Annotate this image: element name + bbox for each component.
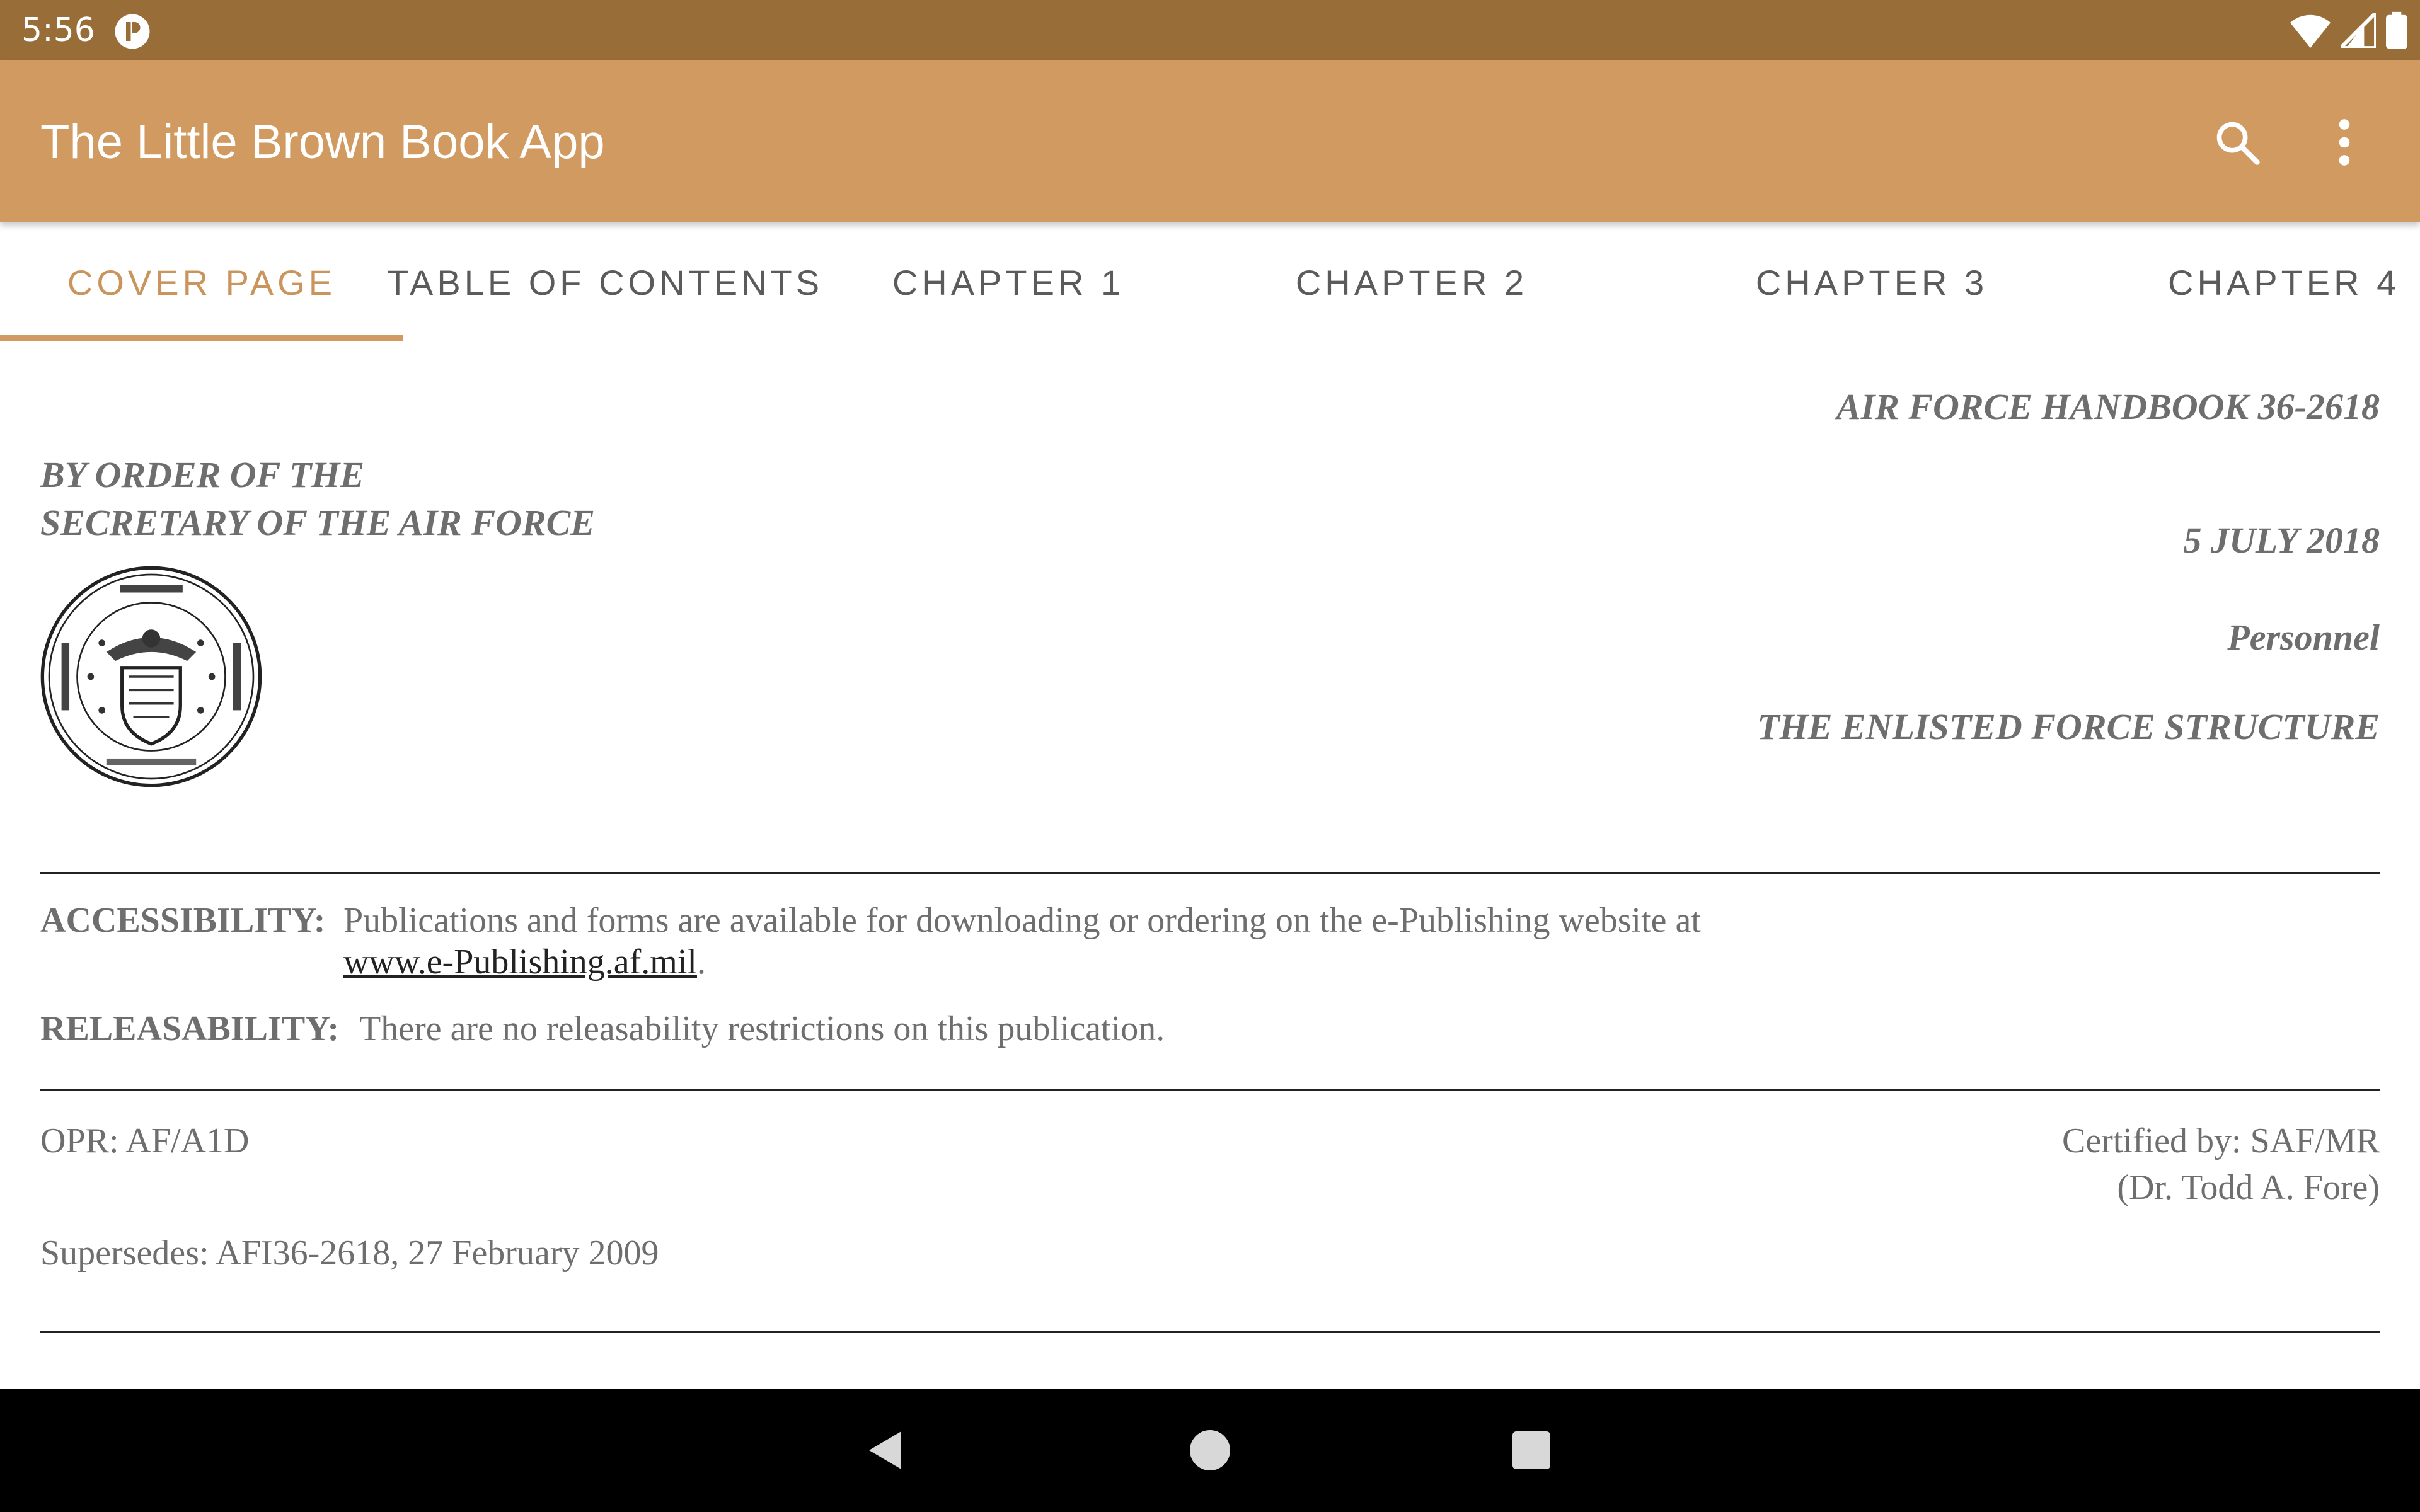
accessibility-text: Publications and forms are available for… xyxy=(343,901,1701,940)
status-bar: 5:56 xyxy=(0,0,2420,60)
active-tab-indicator xyxy=(0,335,403,341)
app-title: The Little Brown Book App xyxy=(40,115,605,169)
back-icon[interactable] xyxy=(863,1428,909,1473)
battery-icon xyxy=(2386,11,2407,49)
divider xyxy=(40,1331,2380,1333)
divider xyxy=(40,1089,2380,1091)
category: Personnel xyxy=(2227,617,2380,658)
app-notification-icon xyxy=(115,14,150,49)
divider xyxy=(40,872,2380,874)
app-bar: The Little Brown Book App xyxy=(0,60,2420,222)
tab-chapter-2[interactable]: CHAPTER 2 xyxy=(1210,222,1613,343)
accessibility-period: . xyxy=(696,942,706,982)
more-vert-icon xyxy=(2339,119,2350,166)
signal-icon xyxy=(2341,13,2376,48)
status-icons xyxy=(2290,11,2407,49)
supersedes: Supersedes: AFI36-2618, 27 February 2009 xyxy=(40,1234,659,1273)
e-publishing-link[interactable]: www.e-Publishing.af.mil xyxy=(343,942,697,982)
tab-chapter-4[interactable]: CHAPTER 4 xyxy=(2073,222,2420,343)
wifi-icon xyxy=(2290,14,2331,48)
order-line-2: SECRETARY OF THE AIR FORCE xyxy=(40,502,595,543)
accessibility-link-line: www.e-Publishing.af.mil. xyxy=(343,940,706,984)
tab-table-of-contents[interactable]: TABLE OF CONTENTS xyxy=(387,222,819,343)
tab-chapter-1[interactable]: CHAPTER 1 xyxy=(807,222,1210,343)
publication-date: 5 JULY 2018 xyxy=(2183,520,2380,561)
certified-name: (Dr. Todd A. Fore) xyxy=(2117,1168,2380,1207)
tab-cover-page[interactable]: COVER PAGE xyxy=(0,222,403,343)
handbook-number: AIR FORCE HANDBOOK 36-2618 xyxy=(1836,386,2380,427)
tab-bar: COVER PAGE TABLE OF CONTENTS CHAPTER 1 C… xyxy=(0,222,2420,343)
air-force-seal-icon xyxy=(40,566,262,788)
releasability-label: RELEASABILITY: xyxy=(40,1009,340,1048)
accessibility-label: ACCESSIBILITY: xyxy=(40,901,326,940)
home-icon[interactable] xyxy=(1190,1430,1230,1470)
navigation-bar xyxy=(0,1389,2420,1512)
order-line-1: BY ORDER OF THE xyxy=(40,454,365,495)
search-button[interactable] xyxy=(2206,111,2269,174)
search-icon xyxy=(2216,122,2260,165)
opr: OPR: AF/A1D xyxy=(40,1121,250,1160)
recent-apps-icon[interactable] xyxy=(1512,1431,1550,1469)
releasability-text: There are no releasability restrictions … xyxy=(359,1009,1165,1048)
subject-title: THE ENLISTED FORCE STRUCTURE xyxy=(1757,706,2380,747)
more-options-button[interactable] xyxy=(2313,111,2376,174)
document-view[interactable]: AIR FORCE HANDBOOK 36-2618 BY ORDER OF T… xyxy=(0,343,2420,1389)
certified-by: Certified by: SAF/MR xyxy=(2061,1121,2380,1160)
status-time: 5:56 xyxy=(21,11,95,49)
tab-chapter-3[interactable]: CHAPTER 3 xyxy=(1670,222,2073,343)
